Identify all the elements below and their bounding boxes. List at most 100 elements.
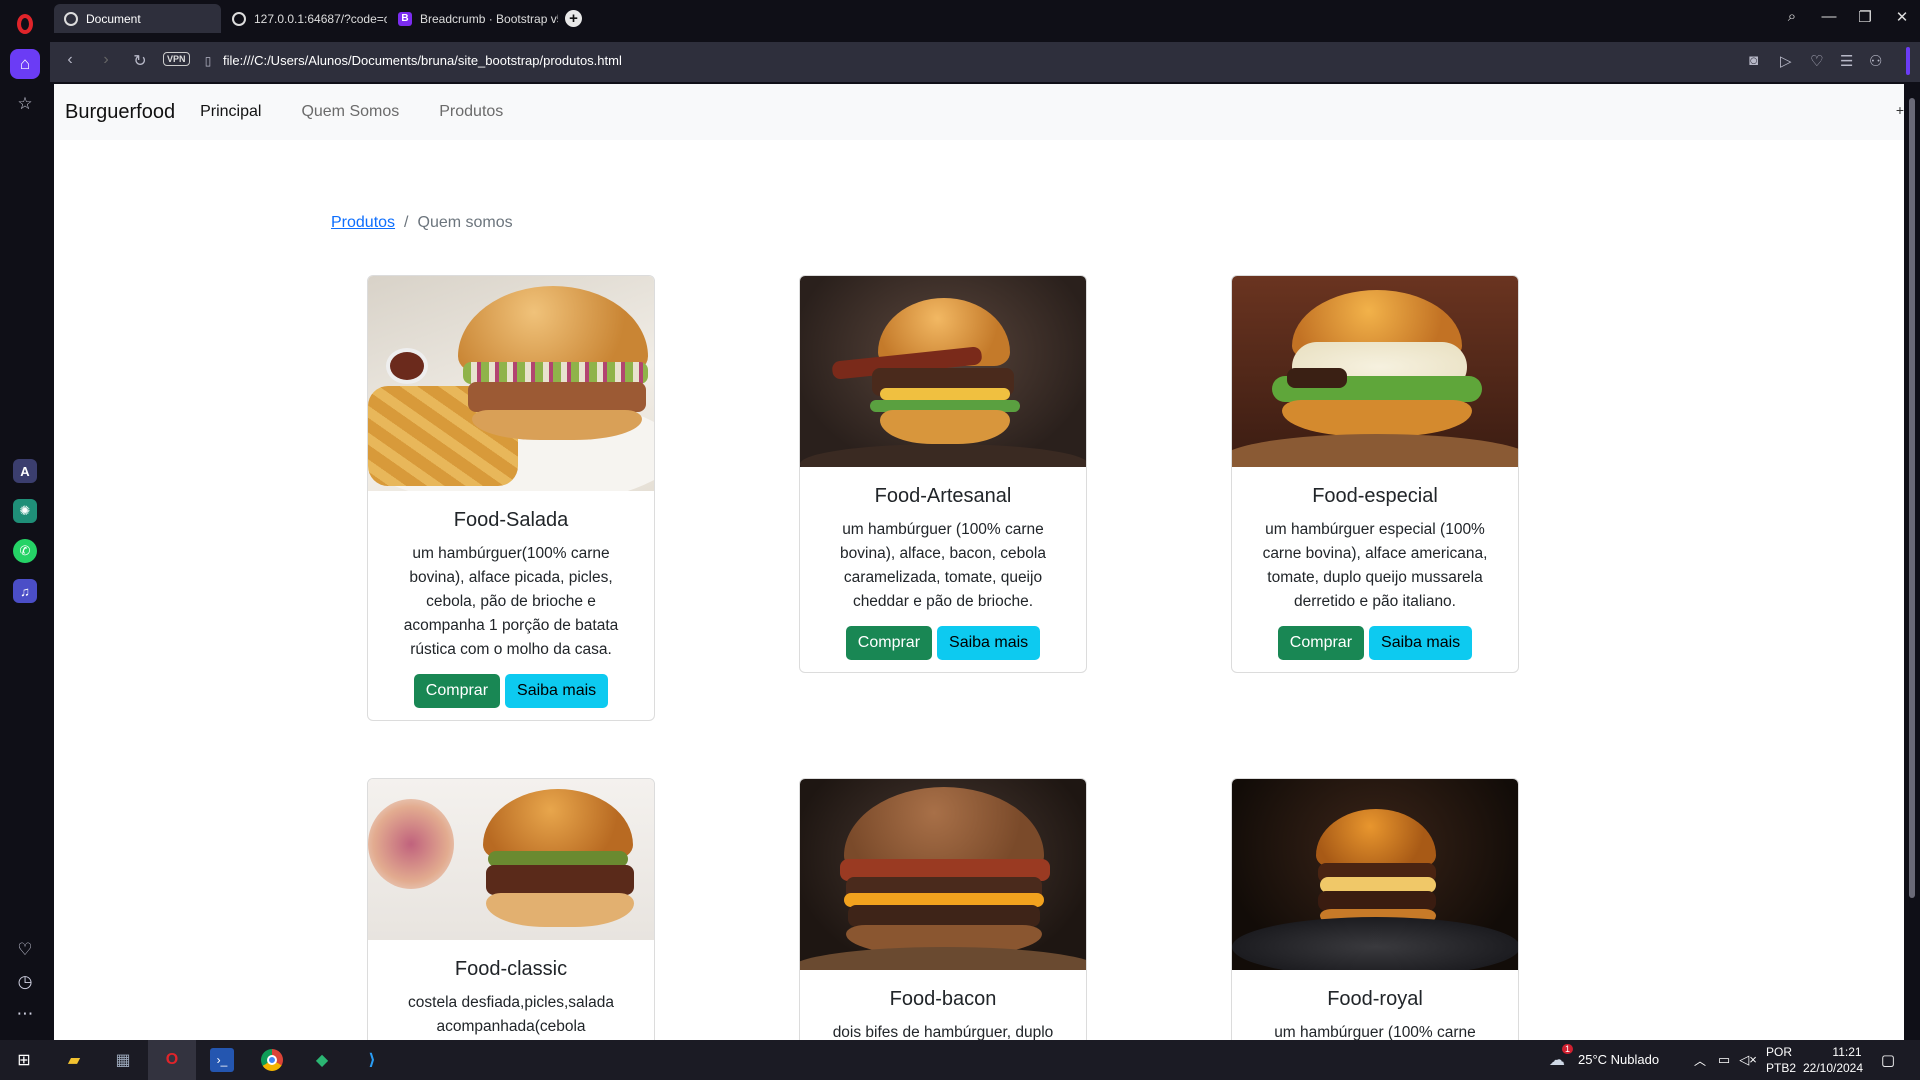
windows-start-icon[interactable]: ⊞ <box>12 1048 36 1072</box>
tab-localhost[interactable]: 127.0.0.1:64687/?code=cc <box>222 4 387 33</box>
bootstrap-icon: B <box>398 11 412 26</box>
git-icon[interactable]: ◆ <box>310 1048 334 1072</box>
card-title: Food-especial <box>1312 485 1438 507</box>
vscode-icon[interactable]: ⟩ <box>360 1048 384 1072</box>
close-window-button[interactable]: ✕ <box>1890 8 1914 26</box>
home-icon[interactable]: ⌂ <box>10 49 40 79</box>
product-card: Food-bacon dois bifes de hambúrguer, dup… <box>799 778 1087 1040</box>
product-image <box>800 276 1086 467</box>
clock-date[interactable]: 22/10/2024 <box>1800 1061 1866 1075</box>
heart-icon[interactable]: ♡ <box>10 935 40 965</box>
network-icon[interactable]: ▭ <box>1712 1048 1736 1072</box>
language-code[interactable]: POR <box>1766 1045 1792 1059</box>
file-icon: ▯ <box>204 54 212 68</box>
card-title: Food-Artesanal <box>874 485 1012 507</box>
star-icon[interactable]: ☆ <box>10 89 40 119</box>
card-text: dois bifes de hambúrguer, duplo <box>832 1024 1054 1040</box>
page-scrollbar[interactable] <box>1904 84 1920 1040</box>
tab-document[interactable]: Document <box>54 4 221 33</box>
buy-button[interactable]: Comprar <box>413 674 501 708</box>
powershell-icon[interactable]: ›_ <box>210 1048 234 1072</box>
breadcrumb-separator: / <box>404 214 409 231</box>
notification-icon[interactable]: ▢ <box>1876 1048 1900 1072</box>
search-tabs-icon[interactable]: ⌕ <box>1780 8 1804 25</box>
menu-icon[interactable]: ☰ <box>1840 52 1853 70</box>
learn-more-button[interactable]: Saiba mais <box>937 626 1041 660</box>
card-title: Food-bacon <box>889 988 997 1010</box>
reload-icon[interactable]: ↻ <box>130 51 150 71</box>
restore-button[interactable]: ❐ <box>1853 8 1877 26</box>
address-bar: ‹ › ↻ VPN ▯ file:///C:/Users/Alunos/Docu… <box>50 42 1920 82</box>
site-navbar: Burguerfood Principal Quem Somos Produto… <box>54 84 1904 140</box>
sidebar-accent <box>1906 47 1910 75</box>
nav-link-principal[interactable]: Principal <box>200 103 261 121</box>
calculator-icon[interactable]: ▦ <box>111 1048 135 1072</box>
keyboard-layout[interactable]: PTB2 <box>1766 1061 1796 1075</box>
chrome-icon[interactable] <box>260 1048 284 1072</box>
card-text: um hambúrguer(100% carne bovina), alface… <box>403 545 619 658</box>
chevron-up-icon[interactable]: ︿ <box>1688 1048 1712 1072</box>
card-text: costela desfiada,picles,salada acompanha… <box>408 994 614 1035</box>
new-tab-button[interactable]: + <box>565 10 582 27</box>
forward-icon[interactable]: › <box>96 51 116 69</box>
learn-more-button[interactable]: Saiba mais <box>505 674 609 708</box>
tab-title: 127.0.0.1:64687/?code=cc <box>254 11 387 26</box>
card-text: um hambúrguer (100% carne bovina), alfac… <box>840 521 1046 610</box>
opera-icon[interactable]: O <box>160 1048 184 1072</box>
tab-bootstrap[interactable]: B Breadcrumb · Bootstrap v5 <box>388 4 558 33</box>
speaker-muted-icon[interactable]: ◁× <box>1736 1048 1760 1072</box>
opera-logo-icon[interactable] <box>17 14 33 34</box>
file-explorer-icon[interactable]: ▰ <box>62 1048 86 1072</box>
card-body: Food-classic costela desfiada,picles,sal… <box>368 940 654 1040</box>
vpn-badge[interactable]: VPN <box>163 52 190 66</box>
card-body: Food-bacon dois bifes de hambúrguer, dup… <box>800 970 1086 1040</box>
heart-icon[interactable]: ♡ <box>1810 52 1823 70</box>
music-icon[interactable]: ♫ <box>13 579 37 603</box>
profile-icon[interactable]: ⚇ <box>1869 52 1882 70</box>
browser-tab-bar: Document 127.0.0.1:64687/?code=cc B Brea… <box>0 0 1920 38</box>
aria-icon[interactable]: A <box>13 459 37 483</box>
nav-link-produtos[interactable]: Produtos <box>439 103 503 121</box>
learn-more-button[interactable]: Saiba mais <box>1369 626 1473 660</box>
tab-title: Breadcrumb · Bootstrap v5 <box>420 11 558 26</box>
card-body: Food-Artesanal um hambúrguer (100% carne… <box>800 467 1086 672</box>
more-icon[interactable]: ⋯ <box>10 999 40 1029</box>
product-image <box>368 276 654 491</box>
whatsapp-icon[interactable]: ✆ <box>13 539 37 563</box>
product-image <box>1232 779 1518 970</box>
weather-text[interactable]: 25°C Nublado <box>1578 1052 1659 1067</box>
url-field[interactable]: file:///C:/Users/Alunos/Documents/bruna/… <box>223 53 622 68</box>
camera-icon[interactable]: ◙ <box>1749 52 1758 69</box>
history-icon[interactable]: ◷ <box>10 967 40 997</box>
product-image <box>368 779 654 940</box>
chatgpt-icon[interactable]: ✺ <box>13 499 37 523</box>
minimize-button[interactable]: — <box>1817 8 1841 25</box>
breadcrumb-current: Quem somos <box>417 214 513 231</box>
navbar-toggle-button[interactable]: + <box>1896 102 1904 118</box>
product-image <box>800 779 1086 970</box>
clock-time[interactable]: 11:21 <box>1818 1045 1876 1059</box>
card-body: Food-especial um hambúrguer especial (10… <box>1232 467 1518 672</box>
card-title: Food-Salada <box>453 509 569 531</box>
buy-button[interactable]: Comprar <box>1277 626 1365 660</box>
card-text: um hambúrguer (100% carne <box>1274 1024 1476 1040</box>
back-icon[interactable]: ‹ <box>60 51 80 69</box>
breadcrumb-link-produtos[interactable]: Produtos <box>331 214 395 232</box>
product-card: Food-classic costela desfiada,picles,sal… <box>367 778 655 1040</box>
card-title: Food-royal <box>1327 988 1423 1010</box>
navbar-brand[interactable]: Burguerfood <box>65 101 175 124</box>
globe-icon <box>64 11 78 26</box>
globe-icon <box>232 11 246 26</box>
web-page: Burguerfood Principal Quem Somos Produto… <box>54 84 1904 1040</box>
tab-title: Document <box>86 11 141 26</box>
scrollbar-thumb[interactable] <box>1909 98 1915 898</box>
buy-button[interactable]: Comprar <box>845 626 933 660</box>
product-card: Food-Artesanal um hambúrguer (100% carne… <box>799 275 1087 673</box>
product-image <box>1232 276 1518 467</box>
nav-link-quem-somos[interactable]: Quem Somos <box>301 103 399 121</box>
opera-sidebar: ⌂ ☆ A ✺ ✆ ♫ ♡ ◷ ⋯ <box>0 38 50 1040</box>
send-icon[interactable]: ▷ <box>1780 52 1792 70</box>
card-body: Food-Salada um hambúrguer(100% carne bov… <box>368 491 654 720</box>
product-card: Food-especial um hambúrguer especial (10… <box>1231 275 1519 673</box>
breadcrumb: Produtos / Quem somos <box>331 214 513 232</box>
